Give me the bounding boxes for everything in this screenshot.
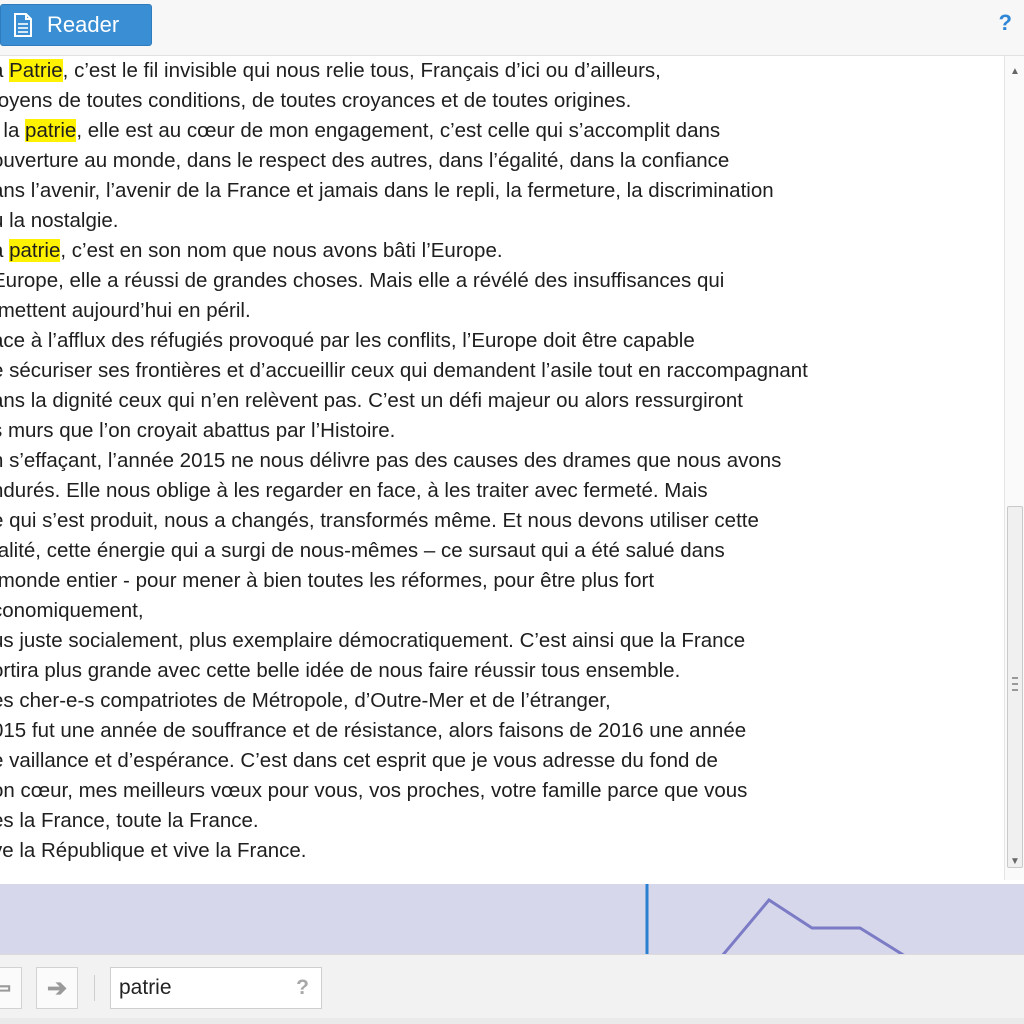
text-line: ortira plus grande avec cette belle idée… bbox=[0, 656, 992, 686]
text-segment: , c’est en son nom que nous avons bâti l… bbox=[60, 239, 503, 262]
text-segment: mettent aujourd’hui en péril. bbox=[0, 299, 251, 322]
text-segment: es la France, toute la France. bbox=[0, 809, 259, 832]
text-segment: a bbox=[0, 239, 9, 262]
scroll-up-arrow-icon[interactable]: ▲ bbox=[1009, 66, 1021, 78]
text-line: e sécuriser ses frontières et d’accueill… bbox=[0, 356, 992, 386]
text-line: t la patrie, elle est au cœur de mon eng… bbox=[0, 116, 992, 146]
text-line: talité, cette énergie qui a surgi de nou… bbox=[0, 536, 992, 566]
text-segment: talité, cette énergie qui a surgi de nou… bbox=[0, 539, 725, 562]
text-segment: Europe, elle a réussi de grandes choses.… bbox=[0, 269, 725, 292]
text-line: ve la République et vive la France. bbox=[0, 836, 992, 866]
text-segment: e vaillance et d’espérance. C’est dans c… bbox=[0, 749, 718, 772]
next-match-button[interactable]: ➔ bbox=[36, 967, 78, 1009]
search-highlight: patrie bbox=[9, 239, 61, 262]
text-segment: e sécuriser ses frontières et d’accueill… bbox=[0, 359, 808, 382]
text-line: a patrie, c’est en son nom que nous avon… bbox=[0, 236, 992, 266]
search-help-icon[interactable]: ? bbox=[296, 976, 309, 1000]
text-segment: t la bbox=[3, 119, 20, 142]
text-line: n s’effaçant, l’année 2015 ne nous déliv… bbox=[0, 446, 992, 476]
text-segment: , elle est au cœur de mon engagement, c’… bbox=[76, 119, 721, 142]
timeline-panel[interactable] bbox=[0, 884, 1024, 954]
document-icon bbox=[13, 13, 33, 37]
search-box[interactable]: ? bbox=[110, 967, 322, 1009]
text-line: us juste socialement, plus exemplaire dé… bbox=[0, 626, 992, 656]
text-line: s murs que l’on croyait abattus par l’Hi… bbox=[0, 416, 992, 446]
text-segment: ortira plus grande avec cette belle idée… bbox=[0, 659, 681, 682]
text-line: 015 fut une année de souffrance et de ré… bbox=[0, 716, 992, 746]
text-segment: ans l’avenir, l’avenir de la France et j… bbox=[0, 179, 774, 202]
text-segment: es cher-e-s compatriotes de Métropole, d… bbox=[0, 689, 611, 712]
reader-button[interactable]: Reader bbox=[0, 4, 152, 46]
scrollbar-thumb[interactable] bbox=[1007, 506, 1023, 868]
text-segment: 015 fut une année de souffrance et de ré… bbox=[0, 719, 747, 742]
text-line: es la France, toute la France. bbox=[0, 806, 992, 836]
text-segment: n s’effaçant, l’année 2015 ne nous déliv… bbox=[0, 449, 782, 472]
text-line: Europe, elle a réussi de grandes choses.… bbox=[0, 266, 992, 296]
text-segment: a bbox=[0, 59, 9, 82]
reader-text: a Patrie, c’est le fil invisible qui nou… bbox=[0, 56, 992, 866]
timeline-graph bbox=[645, 884, 905, 954]
text-line: u la nostalgie. bbox=[0, 206, 992, 236]
text-segment: monde entier - pour mener à bien toutes … bbox=[0, 569, 655, 592]
text-line: ouverture au monde, dans le respect des … bbox=[0, 146, 992, 176]
text-line: mettent aujourd’hui en péril. bbox=[0, 296, 992, 326]
text-line: e vaillance et d’espérance. C’est dans c… bbox=[0, 746, 992, 776]
text-line: es cher-e-s compatriotes de Métropole, d… bbox=[0, 686, 992, 716]
text-line: on cœur, mes meilleurs vœux pour vous, v… bbox=[0, 776, 992, 806]
text-line: e qui s’est produit, nous a changés, tra… bbox=[0, 506, 992, 536]
text-line: ndurés. Elle nous oblige à les regarder … bbox=[0, 476, 992, 506]
text-segment: toyens de toutes conditions, de toutes c… bbox=[0, 89, 632, 112]
text-line: ans l’avenir, l’avenir de la France et j… bbox=[0, 176, 992, 206]
timeline-line bbox=[721, 898, 905, 954]
text-segment: s murs que l’on croyait abattus par l’Hi… bbox=[0, 419, 396, 442]
help-button[interactable]: ? bbox=[999, 10, 1012, 36]
previous-match-button[interactable]: ⇦ bbox=[0, 967, 22, 1009]
reader-panel: a Patrie, c’est le fil invisible qui nou… bbox=[0, 56, 1004, 880]
reader-button-label: Reader bbox=[47, 12, 120, 37]
text-segment: ace à l’afflux des réfugiés provoqué par… bbox=[0, 329, 695, 352]
text-line: toyens de toutes conditions, de toutes c… bbox=[0, 86, 992, 116]
arrow-left-icon: ⇦ bbox=[0, 974, 12, 1002]
search-input[interactable] bbox=[119, 974, 279, 1002]
vertical-scrollbar[interactable]: ▲ ▼ bbox=[1004, 56, 1024, 880]
search-highlight: patrie bbox=[25, 119, 77, 142]
text-line: ace à l’afflux des réfugiés provoqué par… bbox=[0, 326, 992, 356]
text-segment: on cœur, mes meilleurs vœux pour vous, v… bbox=[0, 779, 748, 802]
text-line: a Patrie, c’est le fil invisible qui nou… bbox=[0, 56, 992, 86]
arrow-right-icon: ➔ bbox=[46, 974, 68, 1002]
text-segment: ve la République et vive la France. bbox=[0, 839, 307, 862]
text-segment: ouverture au monde, dans le respect des … bbox=[0, 149, 730, 172]
divider bbox=[94, 975, 95, 1001]
bottom-strip bbox=[0, 1018, 1024, 1024]
text-segment: ndurés. Elle nous oblige à les regarder … bbox=[0, 479, 708, 502]
grip-icon bbox=[1012, 677, 1018, 691]
text-line: monde entier - pour mener à bien toutes … bbox=[0, 566, 992, 596]
text-segment: conomiquement, bbox=[0, 599, 144, 622]
top-toolbar: Reader ? bbox=[0, 0, 1024, 56]
search-highlight: Patrie bbox=[9, 59, 63, 82]
text-segment: u la nostalgie. bbox=[0, 209, 119, 232]
text-segment: us juste socialement, plus exemplaire dé… bbox=[0, 629, 746, 652]
search-bar: ⇦ ➔ ? bbox=[0, 954, 1024, 1024]
text-segment: ans la dignité ceux qui n’en relèvent pa… bbox=[0, 389, 743, 412]
text-segment: , c’est le fil invisible qui nous relie … bbox=[62, 59, 661, 82]
text-line: ans la dignité ceux qui n’en relèvent pa… bbox=[0, 386, 992, 416]
text-segment: e qui s’est produit, nous a changés, tra… bbox=[0, 509, 759, 532]
scroll-down-arrow-icon[interactable]: ▼ bbox=[1009, 856, 1021, 868]
text-line: conomiquement, bbox=[0, 596, 992, 626]
